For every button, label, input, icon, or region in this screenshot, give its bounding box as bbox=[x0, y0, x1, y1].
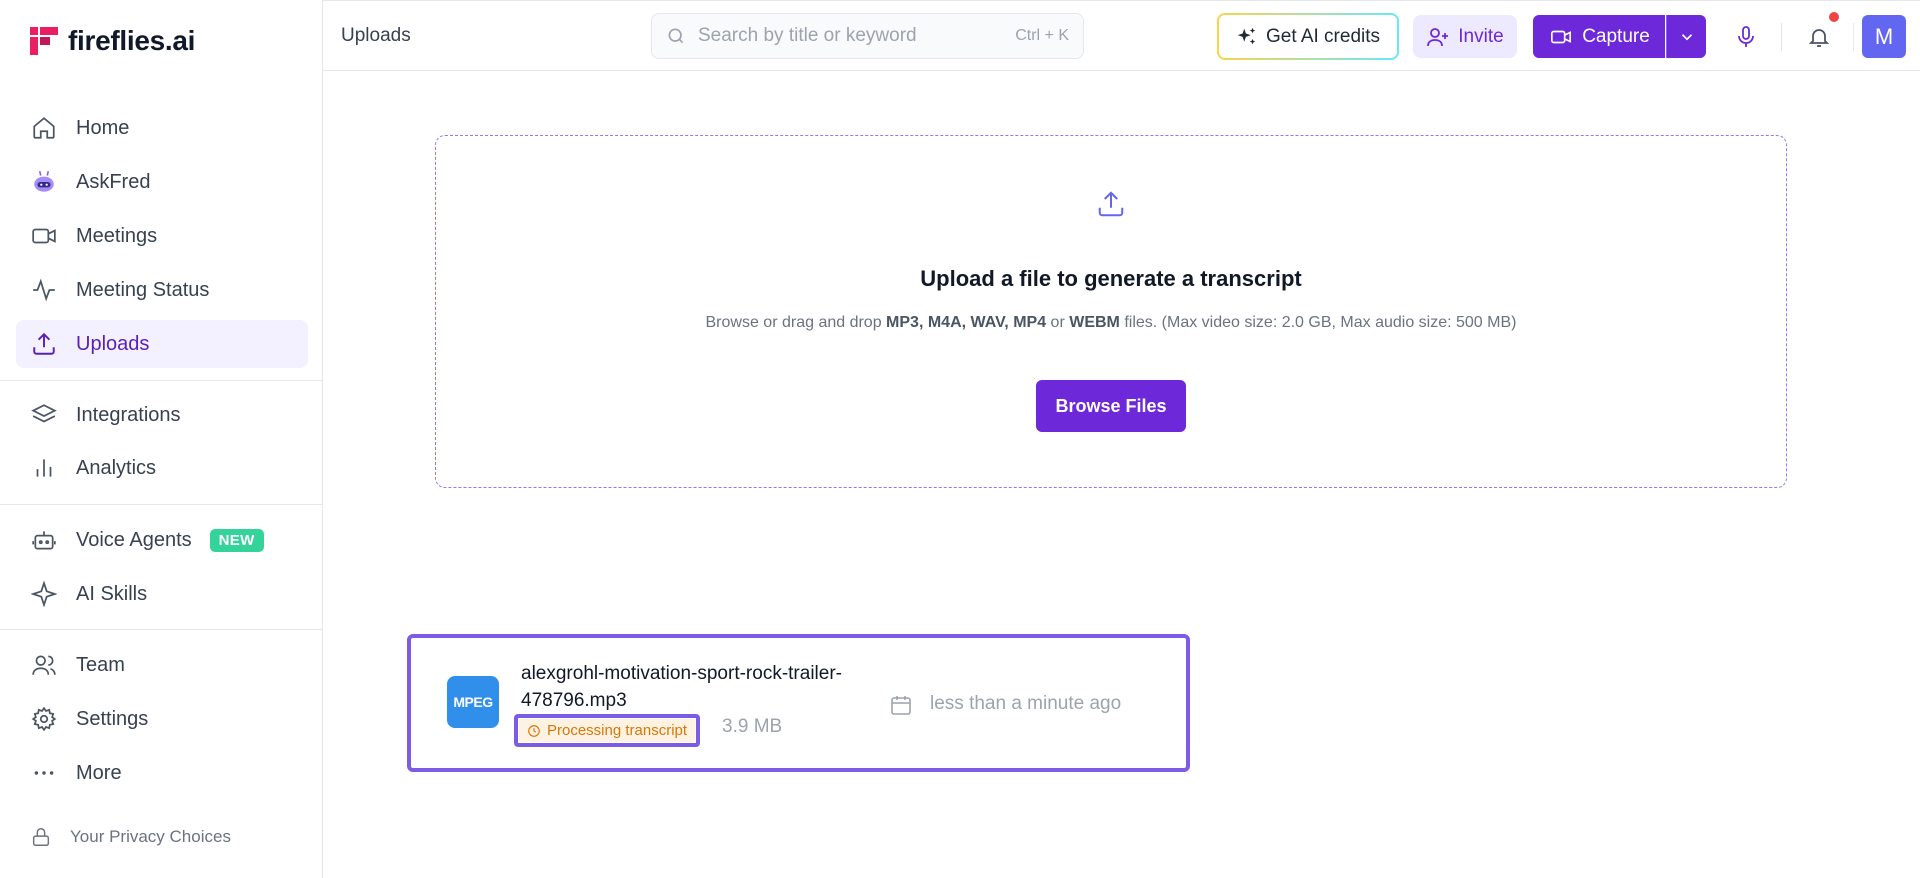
sidebar-item-label: Voice Agents bbox=[76, 528, 192, 551]
sidebar-item-integrations[interactable]: Integrations bbox=[16, 391, 308, 439]
capture-dropdown-button[interactable] bbox=[1666, 15, 1706, 58]
sidebar-item-label: AskFred bbox=[76, 170, 151, 193]
file-name: alexgrohl-motivation-sport-rock-trailer-… bbox=[521, 663, 842, 711]
dropzone-subtitle-suffix: files. (Max video size: 2.0 GB, Max audi… bbox=[1119, 314, 1517, 331]
new-badge: NEW bbox=[209, 528, 264, 552]
file-type-thumbnail: MPEG bbox=[447, 676, 499, 728]
uploaded-file-card[interactable]: MPEG alexgrohl-motivation-sport-rock-tra… bbox=[407, 634, 1190, 772]
sidebar-item-label: Meeting Status bbox=[76, 278, 210, 301]
bell-icon bbox=[1808, 29, 1830, 47]
dropzone-or: or bbox=[1046, 314, 1070, 331]
home-icon bbox=[30, 114, 58, 142]
file-size: 3.9 MB bbox=[722, 716, 783, 737]
dropzone-subtitle: Browse or drag and drop MP3, M4A, WAV, M… bbox=[436, 314, 1786, 332]
sidebar-item-label: Team bbox=[76, 653, 125, 676]
capture-label: Capture bbox=[1582, 25, 1650, 47]
dropzone-title: Upload a file to generate a transcript bbox=[920, 266, 1302, 291]
sidebar-item-meeting-status[interactable]: Meeting Status bbox=[16, 266, 308, 314]
privacy-choices-link[interactable]: Your Privacy Choices bbox=[30, 826, 231, 848]
video-camera-icon bbox=[1551, 30, 1572, 43]
sidebar-item-settings[interactable]: Settings bbox=[16, 695, 308, 743]
sidebar-item-analytics[interactable]: Analytics bbox=[16, 444, 308, 492]
lock-icon bbox=[32, 828, 50, 846]
top-header: Uploads Ctrl + K Get AI credits Invite C… bbox=[323, 0, 1920, 71]
sidebar-item-label: Settings bbox=[76, 707, 149, 730]
chevron-down-icon bbox=[1681, 33, 1692, 40]
header-separator bbox=[1853, 23, 1854, 51]
privacy-label: Your Privacy Choices bbox=[70, 827, 231, 846]
sidebar-item-ai-skills[interactable]: AI Skills bbox=[16, 570, 308, 618]
robot-icon bbox=[30, 168, 58, 196]
sidebar-item-more[interactable]: More bbox=[16, 749, 308, 797]
file-upload-time: less than a minute ago bbox=[930, 693, 1122, 714]
activity-icon bbox=[30, 276, 58, 304]
sidebar-divider bbox=[0, 504, 323, 505]
sidebar-divider bbox=[0, 380, 323, 381]
sparkles-icon bbox=[1237, 27, 1256, 44]
invite-label: Invite bbox=[1458, 25, 1504, 47]
sidebar-item-uploads[interactable]: Uploads bbox=[16, 320, 308, 368]
sidebar-item-home[interactable]: Home bbox=[16, 104, 308, 152]
status-badge-wrapper: Processing transcript bbox=[514, 714, 701, 747]
page-title: Uploads bbox=[341, 25, 411, 46]
sidebar-item-label: Analytics bbox=[76, 456, 157, 479]
upload-dropzone[interactable]: Upload a file to generate a transcript B… bbox=[435, 135, 1787, 488]
dropzone-formats: MP3, M4A, WAV, MP4 bbox=[886, 314, 1047, 331]
calendar-icon bbox=[891, 696, 911, 715]
sidebar-item-label: Home bbox=[76, 116, 130, 139]
user-plus-icon bbox=[1427, 27, 1449, 46]
logo-text: fireflies.ai bbox=[68, 25, 196, 56]
search-shortcut: Ctrl + K bbox=[1015, 27, 1069, 44]
users-icon bbox=[30, 651, 58, 679]
microphone-icon bbox=[1738, 26, 1754, 47]
sidebar-item-label: AI Skills bbox=[76, 582, 148, 605]
dropzone-format-last: WEBM bbox=[1069, 314, 1120, 331]
search-box[interactable]: Ctrl + K bbox=[651, 13, 1084, 59]
sidebar-item-label: Integrations bbox=[76, 403, 181, 426]
sparkle-icon bbox=[30, 580, 58, 608]
get-ai-credits-label: Get AI credits bbox=[1265, 25, 1381, 47]
sidebar-item-label: Meetings bbox=[76, 224, 158, 247]
header-separator bbox=[1781, 23, 1782, 51]
bot-icon bbox=[30, 526, 58, 554]
sidebar-item-label: Uploads bbox=[76, 332, 150, 355]
video-icon bbox=[30, 222, 58, 250]
search-input[interactable] bbox=[698, 25, 1004, 47]
sidebar-divider bbox=[0, 629, 323, 630]
upload-icon bbox=[1098, 191, 1124, 217]
upload-icon bbox=[30, 330, 58, 358]
dropzone-subtitle-prefix: Browse or drag and drop bbox=[705, 314, 887, 331]
sidebar-item-voice-agents[interactable]: Voice Agents NEW bbox=[16, 516, 308, 564]
browse-files-button[interactable]: Browse Files bbox=[1036, 380, 1186, 432]
app-root: fireflies.ai Home AskFred Meetings Meeti… bbox=[0, 0, 1920, 878]
invite-button[interactable]: Invite bbox=[1413, 15, 1517, 58]
clock-icon bbox=[528, 724, 540, 737]
status-badge: Processing transcript bbox=[519, 719, 696, 742]
microphone-button[interactable] bbox=[1728, 19, 1764, 55]
get-ai-credits-button[interactable]: Get AI credits bbox=[1217, 13, 1399, 60]
search-icon bbox=[668, 28, 684, 44]
bar-chart-icon bbox=[30, 454, 58, 482]
gear-icon bbox=[30, 705, 58, 733]
status-label: Processing transcript bbox=[547, 722, 688, 739]
layers-icon bbox=[30, 401, 58, 429]
capture-button[interactable]: Capture bbox=[1533, 15, 1665, 58]
notification-dot bbox=[1829, 12, 1839, 22]
sidebar-item-askfred[interactable]: AskFred bbox=[16, 158, 308, 206]
fireflies-logo-icon bbox=[30, 27, 58, 55]
sidebar-item-label: More bbox=[76, 761, 122, 784]
sidebar-item-team[interactable]: Team bbox=[16, 641, 308, 689]
sidebar: fireflies.ai Home AskFred Meetings Meeti… bbox=[0, 0, 323, 878]
logo[interactable]: fireflies.ai bbox=[30, 25, 195, 57]
notifications-button[interactable] bbox=[1801, 19, 1837, 55]
user-avatar[interactable]: M bbox=[1862, 15, 1906, 58]
dots-icon bbox=[30, 759, 58, 787]
sidebar-item-meetings[interactable]: Meetings bbox=[16, 212, 308, 260]
